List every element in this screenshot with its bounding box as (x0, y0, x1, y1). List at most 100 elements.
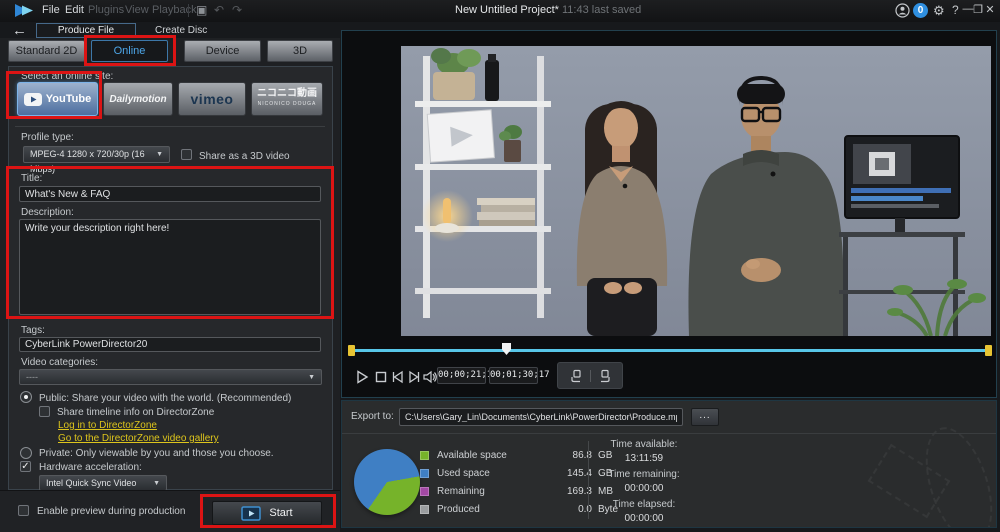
mark-out-icon[interactable] (597, 369, 611, 383)
hardware-acceleration-label: Hardware acceleration: (39, 462, 142, 473)
hardware-acceleration-checkbox[interactable]: ✓ (20, 461, 31, 472)
tab-standard-2d[interactable]: Standard 2D (8, 40, 85, 62)
help-icon[interactable]: ? (952, 3, 959, 17)
menu-edit[interactable]: Edit (65, 4, 84, 16)
mark-in-handle[interactable] (348, 345, 355, 356)
share-timeline-checkbox[interactable] (39, 406, 50, 417)
disk-space-pie-chart (354, 449, 420, 515)
export-to-label: Export to: (351, 411, 394, 422)
private-radio[interactable] (20, 447, 32, 459)
mark-in-icon[interactable] (570, 369, 584, 383)
previous-frame-button[interactable] (390, 369, 406, 385)
mark-range-buttons (557, 362, 623, 389)
browse-button[interactable]: ... (691, 408, 719, 426)
share-3d-checkbox[interactable] (181, 149, 192, 160)
timecode-total: 00;01;30;17 (489, 367, 538, 384)
public-radio[interactable] (20, 391, 32, 403)
description-label: Description: (21, 207, 74, 218)
redo-icon[interactable]: ↷ (232, 3, 242, 17)
media-room-icon[interactable]: ▣ (196, 3, 207, 17)
site-vimeo-label: vimeo (191, 91, 234, 107)
restore-icon[interactable]: ❐ (972, 3, 984, 16)
notification-badge[interactable]: 0 (913, 3, 928, 18)
chevron-down-icon: ▼ (308, 370, 315, 386)
undo-icon[interactable]: ↶ (214, 3, 224, 17)
menubar-separator (188, 4, 189, 17)
export-destination-row: Export to: ... (342, 401, 997, 434)
legend-swatch-produced (420, 505, 429, 514)
volume-button[interactable] (422, 369, 438, 385)
tab-online[interactable]: Online (91, 40, 168, 62)
playhead-handle[interactable] (502, 343, 511, 355)
time-available-value: 13:11:59 (594, 453, 694, 464)
youtube-logo-icon (24, 93, 42, 106)
menu-playback: Playback (152, 4, 197, 16)
menu-file[interactable]: File (42, 4, 60, 16)
description-textarea[interactable] (19, 219, 321, 315)
enable-preview-label: Enable preview during production (37, 506, 185, 517)
powerdirector-produce-window: File Edit Plugins View Playback ▣ ↶ ↷ Ne… (0, 0, 1000, 532)
tab-3d[interactable]: 3D (267, 40, 333, 62)
export-panel: Export to: ... Available space 86.8 GB U… (341, 400, 997, 528)
enable-preview-checkbox[interactable] (18, 505, 29, 516)
preview-video (401, 46, 991, 336)
export-path-input[interactable] (399, 408, 683, 426)
tab-device[interactable]: Device (184, 40, 261, 62)
play-button[interactable] (354, 369, 370, 385)
hardware-acceleration-dropdown[interactable]: Intel Quick Sync Video ▼ (39, 475, 167, 491)
mark-out-handle[interactable] (985, 345, 992, 356)
legend-swatch-available (420, 451, 429, 460)
mark-buttons-divider (590, 370, 591, 382)
share-3d-label: Share as a 3D video (199, 151, 290, 162)
video-categories-dropdown[interactable]: ---- ▼ (19, 369, 322, 385)
legend-swatch-remaining (420, 487, 429, 496)
account-icon[interactable] (895, 3, 910, 18)
site-niconico-button[interactable]: ニコニコ動画 NICONICO DOUGA (251, 82, 323, 116)
stop-button[interactable] (373, 369, 389, 385)
login-directorzone-link[interactable]: Log in to DirectorZone (58, 420, 157, 431)
site-vimeo-button[interactable]: vimeo (178, 82, 246, 116)
profile-type-dropdown[interactable]: MPEG-4 1280 x 720/30p (16 Mbps) ▼ (23, 146, 170, 163)
profile-type-label: Profile type: (21, 132, 74, 143)
tags-input[interactable] (19, 337, 321, 352)
site-dailymotion-label: Dailymotion (109, 94, 166, 105)
next-frame-button[interactable] (406, 369, 422, 385)
public-label: Public: Share your video with the world.… (39, 393, 291, 404)
menu-plugins: Plugins (88, 4, 124, 16)
site-niconico-sublabel: NICONICO DOUGA (258, 99, 317, 109)
time-remaining-value: 00:00:00 (594, 483, 694, 494)
back-arrow-icon[interactable]: ← (12, 23, 27, 38)
last-saved-text: 11:43 last saved (562, 4, 641, 16)
select-site-label: Select an online site: (21, 71, 113, 82)
close-icon[interactable]: ✕ (984, 3, 996, 16)
time-remaining-label: Time remaining: (594, 469, 694, 480)
app-logo-icon (14, 3, 35, 18)
project-title: New Untitled Project* 11:43 last saved (455, 4, 641, 16)
chevron-down-icon: ▼ (156, 147, 163, 163)
settings-gear-icon[interactable]: ⚙ (933, 3, 945, 19)
menu-view: View (125, 4, 149, 16)
video-categories-label: Video categories: (21, 357, 98, 368)
directorzone-gallery-link[interactable]: Go to the DirectorZone video gallery (58, 433, 219, 444)
site-dailymotion-button[interactable]: Dailymotion (103, 82, 173, 116)
site-youtube-label: YouTube (46, 93, 91, 105)
share-timeline-label: Share timeline info on DirectorZone (57, 407, 214, 418)
time-available-label: Time available: (594, 439, 694, 450)
seek-bar[interactable] (352, 349, 988, 352)
production-footer: Enable preview during production Start (0, 490, 340, 532)
time-elapsed-label: Time elapsed: (594, 499, 694, 510)
video-title-input[interactable] (19, 186, 321, 202)
tab-create-disc[interactable]: Create Disc (155, 25, 207, 36)
start-button[interactable]: Start (212, 501, 322, 525)
online-form: Select an online site: YouTube Dailymoti… (8, 66, 333, 490)
tab-produce-file[interactable]: Produce File (36, 23, 136, 38)
tags-label: Tags: (21, 325, 45, 336)
legend-swatch-used (420, 469, 429, 478)
produce-settings-panel: Standard 2D Online Device 3D Select an o… (0, 38, 340, 532)
time-elapsed-value: 00:00:00 (594, 513, 694, 524)
video-title-label: Title: (21, 173, 42, 184)
private-label: Private: Only viewable by you and those … (39, 448, 274, 459)
site-youtube-button[interactable]: YouTube (17, 82, 98, 116)
timecode-current: 00;00;21;18 (437, 367, 486, 384)
menubar: File Edit Plugins View Playback ▣ ↶ ↷ Ne… (0, 0, 1000, 22)
